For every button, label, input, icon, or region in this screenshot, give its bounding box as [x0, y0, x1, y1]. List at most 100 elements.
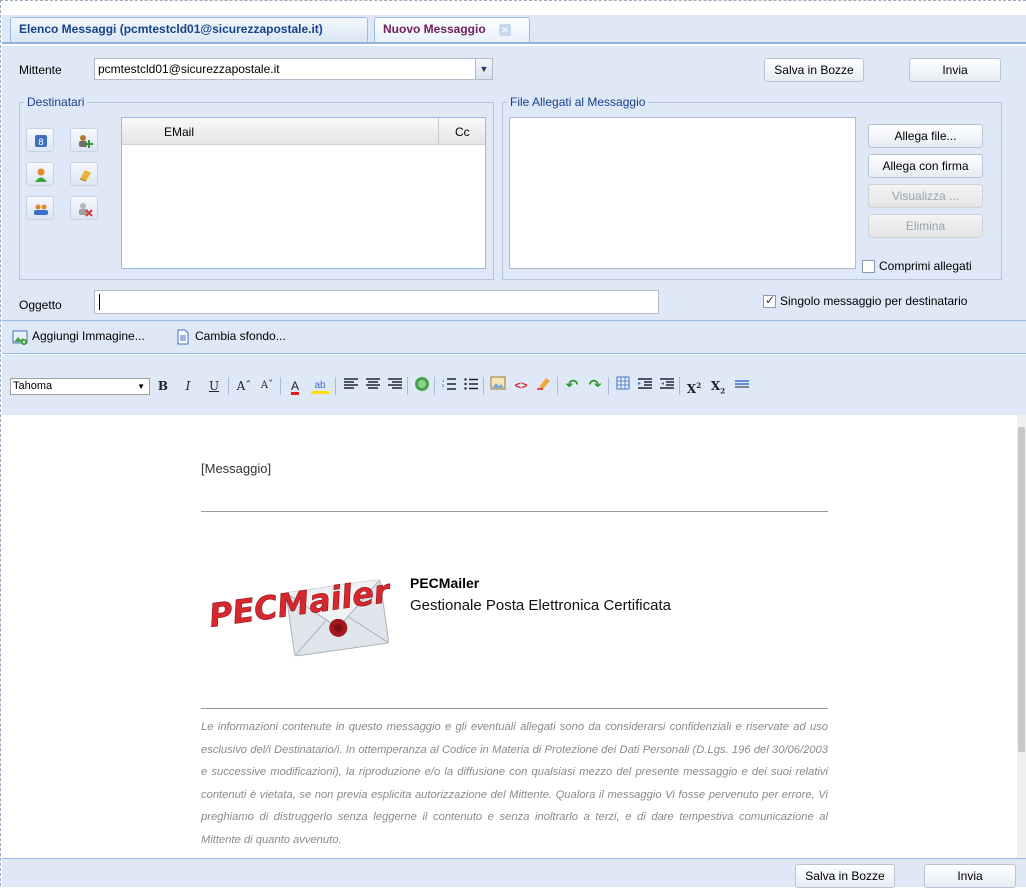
change-background-label: Cambia sfondo...	[195, 329, 286, 344]
divider-top	[201, 511, 828, 512]
compress-option[interactable]: Comprimi allegati	[862, 259, 972, 274]
grid-header: EMail Cc	[122, 118, 485, 145]
compress-checkbox[interactable]	[862, 260, 875, 274]
indent-icon[interactable]	[658, 376, 676, 396]
subscript-icon[interactable]: X2	[709, 376, 727, 396]
pecmailer-logo: PECMailer	[202, 550, 407, 660]
font-color-icon[interactable]: A	[286, 376, 304, 396]
page-icon	[177, 329, 189, 345]
column-email[interactable]: EMail	[164, 125, 194, 139]
brand-subtitle: Gestionale Posta Elettronica Certificata	[410, 597, 671, 614]
redo-icon[interactable]: ↷	[586, 376, 604, 396]
highlight-color-icon[interactable]: ab	[311, 376, 329, 394]
bold-icon[interactable]: B	[154, 376, 172, 396]
delete-attachment-button[interactable]: Elimina	[868, 214, 983, 238]
message-editor[interactable]: [Messaggio] PECMailer PECMailer Gestiona…	[2, 415, 1017, 858]
tab-label: Elenco Messaggi (pcmtestcld01@sicurezzap…	[19, 22, 323, 36]
separator	[280, 377, 281, 395]
source-code-icon[interactable]: <>	[512, 376, 530, 396]
footer-send-button[interactable]: Invia	[924, 864, 1016, 888]
table-icon[interactable]	[614, 376, 632, 396]
clear-format-icon[interactable]	[535, 376, 553, 396]
user-icon[interactable]	[26, 162, 54, 186]
superscript-icon[interactable]: X2	[685, 376, 703, 396]
sender-value: pcmtestcld01@sicurezzapostale.it	[98, 62, 280, 76]
ordered-list-icon[interactable]: 12	[440, 376, 458, 396]
grow-font-icon[interactable]: Aˆ	[235, 376, 253, 396]
image-icon	[12, 330, 28, 345]
undo-icon[interactable]: ↶	[563, 376, 581, 396]
compose-form: Mittente pcmtestcld01@sicurezzapostale.i…	[2, 46, 1026, 320]
font-value: Tahoma	[13, 380, 53, 392]
subject-input[interactable]	[94, 290, 659, 314]
single-message-checkbox[interactable]	[763, 293, 776, 309]
disclaimer-text: Le informazioni contenute in questo mess…	[201, 721, 828, 846]
scrollbar-thumb[interactable]	[1018, 427, 1025, 752]
footer-bar: Salva in Bozze Invia	[2, 858, 1026, 888]
tab-new-message[interactable]: Nuovo Messaggio ✕	[374, 17, 530, 42]
bullet-list-icon[interactable]	[462, 376, 480, 396]
divider-bottom	[201, 708, 828, 709]
address-book-icon[interactable]: 8	[26, 128, 54, 152]
separator	[335, 377, 336, 395]
sender-select[interactable]: pcmtestcld01@sicurezzapostale.it ▼	[94, 58, 493, 80]
add-user-icon[interactable]	[70, 128, 98, 152]
brand-name: PECMailer	[410, 575, 480, 591]
recipients-legend: Destinatari	[27, 95, 85, 109]
chevron-down-icon[interactable]: ▼	[475, 59, 492, 79]
editor-scrollbar[interactable]	[1017, 415, 1026, 858]
compress-label: Comprimi allegati	[879, 259, 972, 273]
svg-text:2: 2	[442, 383, 445, 388]
change-background-button[interactable]: Cambia sfondo...	[175, 329, 286, 345]
link-icon[interactable]	[413, 376, 431, 396]
tab-label: Nuovo Messaggio	[383, 22, 486, 36]
group-icon[interactable]	[26, 196, 54, 220]
single-message-option[interactable]: Singolo messaggio per destinatario	[763, 293, 968, 309]
attachments-legend: File Allegati al Messaggio	[510, 95, 646, 109]
svg-text:8: 8	[38, 138, 44, 148]
underline-icon[interactable]: U	[205, 376, 223, 396]
align-left-icon[interactable]	[342, 376, 360, 396]
separator	[228, 377, 229, 395]
close-icon[interactable]: ✕	[499, 23, 512, 36]
contact-card-icon[interactable]	[70, 162, 98, 186]
footer-save-draft-button[interactable]: Salva in Bozze	[795, 864, 895, 888]
attach-signed-button[interactable]: Allega con firma	[868, 154, 983, 178]
text-cursor	[99, 294, 100, 310]
compose-window: Elenco Messaggi (pcmtestcld01@sicurezzap…	[0, 0, 1026, 888]
column-separator	[438, 118, 439, 145]
separator	[434, 377, 435, 395]
sender-label: Mittente	[19, 63, 62, 77]
separator	[557, 377, 558, 395]
subject-label: Oggetto	[19, 298, 62, 312]
tab-message-list[interactable]: Elenco Messaggi (pcmtestcld01@sicurezzap…	[10, 17, 368, 42]
horizontal-rule-icon[interactable]	[733, 376, 751, 396]
add-image-label: Aggiungi Immagine...	[32, 329, 145, 344]
view-attachment-button[interactable]: Visualizza ...	[868, 184, 983, 208]
remove-user-icon[interactable]	[70, 196, 98, 220]
separator	[483, 377, 484, 395]
attach-file-button[interactable]: Allega file...	[868, 124, 983, 148]
tab-strip: Elenco Messaggi (pcmtestcld01@sicurezzap…	[2, 15, 1026, 44]
recipients-grid[interactable]: EMail Cc	[121, 117, 486, 269]
italic-icon[interactable]: I	[179, 376, 197, 396]
send-button[interactable]: Invia	[909, 58, 1001, 82]
editor-toolbar: Tahoma ▼ B I U Aˆ Aˇ A ab 12 <> ↶ ↷ X2 X…	[2, 355, 1026, 415]
image-toolbar: Aggiungi Immagine... Cambia sfondo...	[2, 320, 1026, 354]
column-cc[interactable]: Cc	[455, 125, 470, 139]
attachments-list[interactable]	[509, 117, 856, 269]
single-message-label: Singolo messaggio per destinatario	[780, 294, 968, 308]
separator	[679, 377, 680, 395]
outdent-icon[interactable]	[636, 376, 654, 396]
separator	[407, 377, 408, 395]
chevron-down-icon: ▼	[137, 382, 145, 391]
separator	[608, 377, 609, 395]
save-draft-button[interactable]: Salva in Bozze	[764, 58, 864, 82]
add-image-button[interactable]: Aggiungi Immagine...	[12, 329, 145, 345]
font-select[interactable]: Tahoma ▼	[10, 378, 150, 395]
message-placeholder: [Messaggio]	[201, 461, 272, 476]
insert-image-icon[interactable]	[489, 376, 507, 396]
align-center-icon[interactable]	[364, 376, 382, 396]
shrink-font-icon[interactable]: Aˇ	[258, 376, 276, 396]
align-right-icon[interactable]	[386, 376, 404, 396]
